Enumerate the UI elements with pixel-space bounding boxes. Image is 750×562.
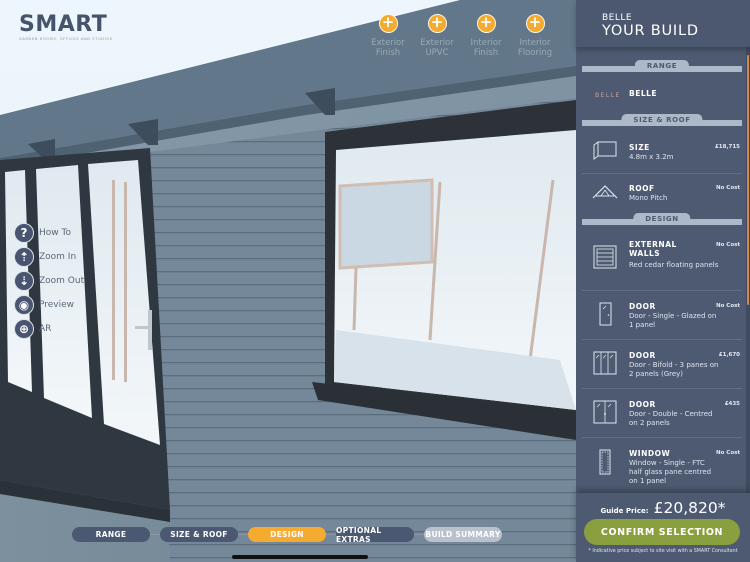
list-item-window[interactable]: WINDOW Window - Single - FTC half glass …	[582, 439, 742, 493]
item-desc: Door - Single - Glazed on 1 panel	[629, 312, 717, 329]
item-price: £1,670	[718, 352, 740, 358]
item-desc: Door - Bifold - 3 panes on 2 panels (Gre…	[629, 361, 719, 378]
eye-icon[interactable]: ◉	[14, 295, 34, 315]
item-price: No Cost	[715, 303, 740, 309]
tool-label: AR	[39, 324, 52, 334]
logo-tagline: GARDEN ROOMS, OFFICES AND STUDIOS	[19, 37, 113, 41]
section-header-size-roof: SIZE & ROOF	[582, 114, 742, 130]
build-summary-panel: BELLE YOUR BUILD RANGE BELLE BELLE SIZE …	[576, 0, 750, 562]
section-label: SIZE & ROOF	[621, 114, 703, 126]
tool-zoom-out[interactable]: ⇣ Zoom Out	[14, 271, 84, 291]
guide-price: Guide Price: £20,820*	[576, 498, 750, 517]
list-item-door-bifold[interactable]: DOOR Door - Bifold - 3 panes on 2 panels…	[582, 341, 742, 389]
step-size-roof[interactable]: SIZE & ROOF	[160, 527, 238, 542]
roof-icon	[592, 185, 618, 199]
window-icon	[599, 449, 611, 475]
step-optional-extras[interactable]: OPTIONAL EXTRAS	[336, 526, 414, 544]
item-name: WINDOW	[629, 449, 671, 458]
tool-label: Preview	[39, 300, 75, 310]
list-item-door-single[interactable]: DOOR Door - Single - Glazed on 1 panel N…	[582, 292, 742, 340]
belle-logo: BELLE	[595, 92, 621, 99]
section-header-design: DESIGN	[582, 213, 742, 229]
build-items-list[interactable]: RANGE BELLE BELLE SIZE & ROOF SIZE 4.8m …	[576, 47, 746, 493]
plus-icon[interactable]: +	[427, 14, 447, 33]
ar-icon[interactable]: ⊕	[14, 319, 34, 339]
item-name: ROOF	[629, 184, 655, 193]
list-item-roof[interactable]: ROOF Mono Pitch No Cost	[582, 174, 742, 214]
item-name: EXTERNAL WALLS	[629, 240, 677, 258]
zoom-in-icon[interactable]: ⇡	[14, 247, 34, 267]
item-desc: Window - Single - FTC half glass pane ce…	[629, 459, 712, 485]
panel-footer: Guide Price: £20,820* CONFIRM SELECTION …	[576, 493, 750, 562]
hotspot-interior-flooring[interactable]: + Interior Flooring	[511, 14, 559, 58]
single-door-icon	[599, 302, 612, 326]
item-price: £18,715	[714, 144, 740, 150]
item-name: DOOR	[629, 302, 656, 311]
hotspot-interior-finish[interactable]: + Interior Finish	[462, 14, 510, 58]
double-door-icon	[593, 400, 617, 424]
item-price: No Cost	[715, 242, 740, 248]
tool-preview[interactable]: ◉ Preview	[14, 295, 74, 315]
smart-logo: SMART GARDEN ROOMS, OFFICES AND STUDIOS	[19, 12, 113, 42]
item-price: No Cost	[715, 185, 740, 191]
item-desc: Red cedar floating panels	[629, 261, 719, 269]
guide-price-label: Guide Price:	[600, 507, 649, 515]
zoom-out-icon[interactable]: ⇣	[14, 271, 34, 291]
price-disclaimer: * Indicative price subject to site visit…	[588, 549, 738, 554]
step-range[interactable]: RANGE	[72, 527, 150, 542]
tool-label: Zoom Out	[39, 276, 85, 286]
panel-subtitle: BELLE	[602, 13, 633, 23]
section-header-range: RANGE	[582, 60, 742, 76]
item-desc: 4.8m x 3.2m	[629, 153, 674, 161]
tool-zoom-in[interactable]: ⇡ Zoom In	[14, 247, 76, 267]
list-item-size[interactable]: SIZE 4.8m x 3.2m £18,715	[582, 131, 742, 174]
wall-panels-icon	[593, 245, 617, 269]
guide-price-value: £20,820*	[653, 499, 726, 517]
plus-icon[interactable]: +	[525, 14, 545, 33]
plus-icon[interactable]: +	[476, 14, 496, 33]
bifold-door-icon	[593, 351, 617, 375]
list-item-external-walls[interactable]: EXTERNAL WALLS Red cedar floating panels…	[582, 229, 742, 291]
hotspot-exterior-upvc[interactable]: + Exterior UPVC	[413, 14, 461, 58]
plus-icon[interactable]: +	[378, 14, 398, 33]
building-size-icon	[593, 141, 617, 160]
hotspot-label: Exterior UPVC	[420, 38, 454, 58]
section-label: DESIGN	[633, 213, 691, 225]
building-3d-viewport[interactable]: SMART GARDEN ROOMS, OFFICES AND STUDIOS …	[0, 0, 576, 562]
hotspot-label: Interior Flooring	[517, 38, 553, 58]
tool-label: How To	[39, 228, 71, 238]
item-desc: Mono Pitch	[629, 194, 668, 202]
item-price: No Cost	[715, 450, 740, 456]
tool-ar[interactable]: ⊕ AR	[14, 319, 51, 339]
item-desc: Door - Double - Centred on 2 panels	[629, 410, 713, 427]
item-name: DOOR	[629, 400, 656, 409]
confirm-selection-button[interactable]: CONFIRM SELECTION	[584, 519, 740, 545]
home-indicator[interactable]	[232, 555, 368, 559]
step-design[interactable]: DESIGN	[248, 527, 326, 542]
tool-label: Zoom In	[39, 252, 77, 262]
step-build-summary[interactable]: BUILD SUMMARY	[424, 527, 502, 542]
hotspot-label: Exterior Finish	[371, 38, 405, 58]
panel-header: BELLE YOUR BUILD	[576, 0, 750, 47]
building-render	[0, 0, 576, 562]
list-item-door-double[interactable]: DOOR Door - Double - Centred on 2 panels…	[582, 390, 742, 438]
item-price: £435	[724, 401, 740, 407]
hotspot-label: Interior Finish	[470, 38, 502, 58]
question-icon[interactable]: ?	[14, 223, 34, 243]
item-name: SIZE	[629, 143, 650, 152]
scrollbar-thumb[interactable]	[747, 55, 749, 305]
range-name: BELLE	[629, 89, 658, 98]
tool-how-to[interactable]: ? How To	[14, 223, 71, 243]
section-label: RANGE	[634, 60, 690, 72]
hotspot-exterior-finish[interactable]: + Exterior Finish	[364, 14, 412, 58]
item-name: DOOR	[629, 351, 656, 360]
panel-title: YOUR BUILD	[602, 23, 699, 39]
logo-word: SMART	[19, 12, 108, 37]
